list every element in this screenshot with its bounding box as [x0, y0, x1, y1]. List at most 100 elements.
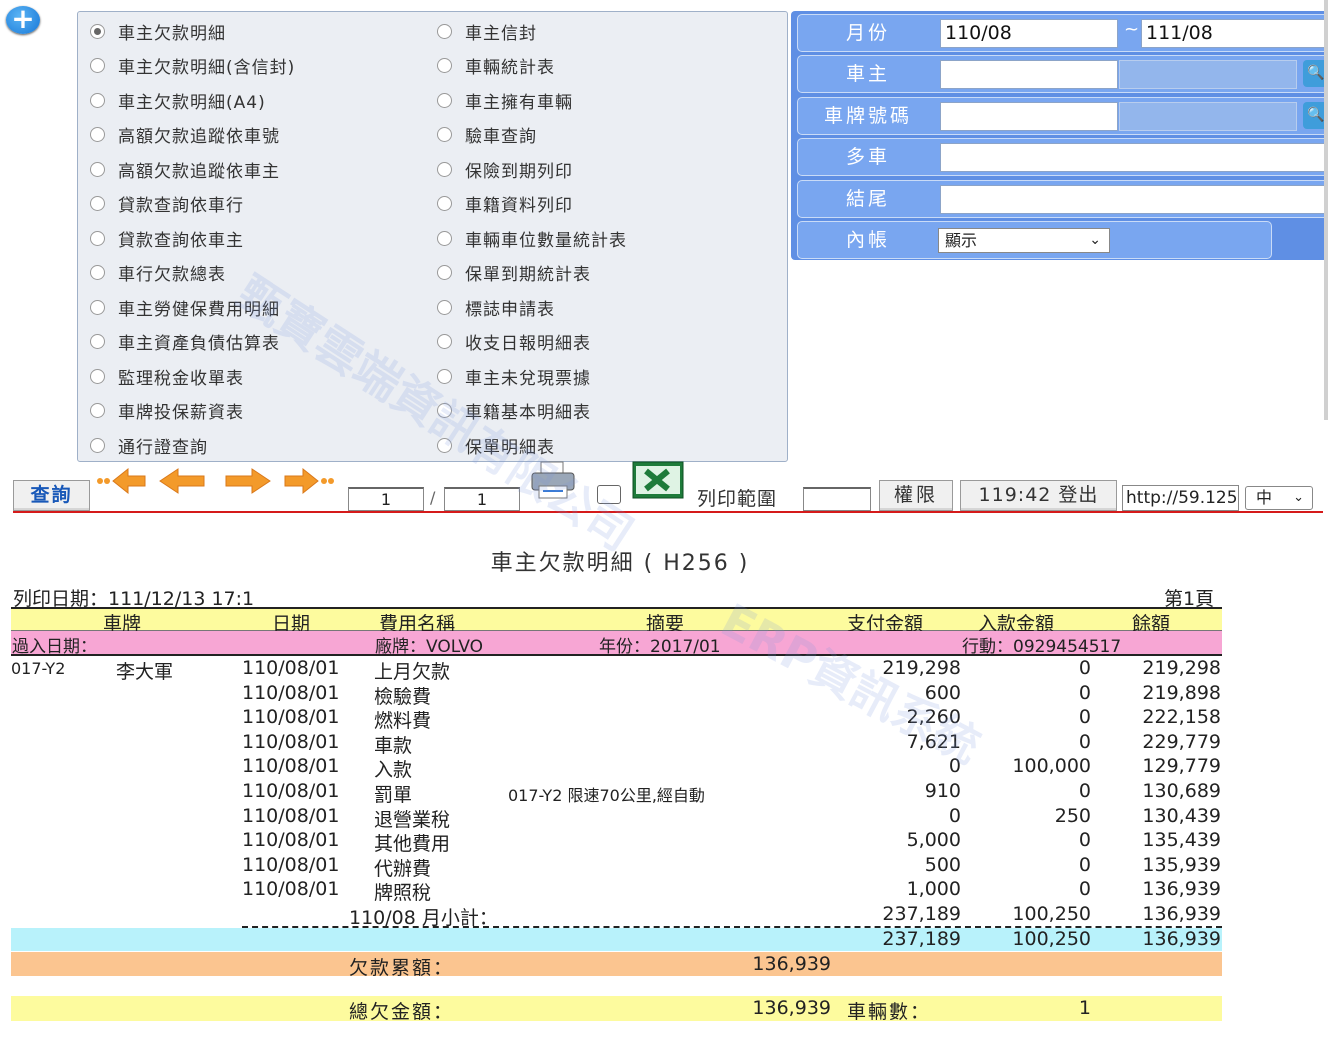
ending-input[interactable] — [940, 185, 1328, 214]
report-option[interactable]: 收支日報明細表 — [437, 327, 591, 357]
row-receipt: 0 — [1078, 681, 1091, 704]
current-page-input[interactable]: 1 — [348, 487, 424, 511]
row-date: 110/08/01 — [242, 706, 340, 729]
row-date: 110/08/01 — [242, 804, 340, 827]
report-option[interactable]: 車行欠款總表 — [90, 258, 226, 288]
report-option[interactable]: 高額欠款追蹤依車主 — [90, 154, 280, 184]
radio-button[interactable] — [90, 437, 105, 453]
grand-total-value: 136,939 — [752, 997, 831, 1019]
report-option[interactable]: 驗車查詢 — [437, 120, 537, 150]
report-option-label: 保單到期統計表 — [465, 265, 591, 285]
total-row: 237,189 100,250 136,939 — [11, 928, 1222, 951]
excel-export-icon[interactable] — [632, 461, 684, 499]
row-date: 110/08/01 — [242, 657, 340, 679]
row-payment: 5,000 — [906, 829, 961, 852]
radio-button[interactable] — [90, 23, 105, 39]
internal-account-select[interactable]: 顯示 ⌄ — [938, 228, 1110, 253]
print-range-input[interactable] — [803, 487, 871, 511]
report-option[interactable]: 車主信封 — [437, 16, 537, 46]
radio-button[interactable] — [437, 299, 452, 315]
radio-button[interactable] — [437, 161, 452, 177]
radio-button[interactable] — [90, 196, 105, 211]
radio-button[interactable] — [437, 368, 452, 384]
report-option-label: 車主擁有車輛 — [465, 92, 573, 113]
previous-page-icon[interactable] — [158, 466, 208, 496]
radio-button[interactable] — [437, 265, 452, 280]
row-balance: 129,779 — [1142, 755, 1221, 778]
report-option[interactable]: 貸款查詢依車行 — [90, 189, 244, 219]
row-balance: 219,898 — [1142, 681, 1221, 704]
first-page-icon[interactable] — [95, 466, 150, 496]
row-item: 罰單 — [374, 784, 413, 806]
print-checkbox[interactable] — [597, 485, 621, 504]
report-option[interactable]: 車牌投保薪資表 — [90, 396, 244, 426]
printer-icon[interactable] — [529, 460, 577, 500]
radio-button[interactable] — [90, 403, 105, 418]
radio-button[interactable] — [90, 368, 105, 384]
report-option[interactable]: 車主勞健保費用明細 — [90, 292, 280, 322]
owner-input[interactable] — [940, 60, 1118, 89]
vehicle-count-value: 1 — [1078, 997, 1091, 1019]
url-field[interactable]: http://59.125 — [1122, 485, 1239, 511]
add-icon[interactable]: + — [6, 5, 40, 34]
report-option[interactable]: 車輛統計表 — [437, 51, 555, 81]
report-option-label: 車輛車位數量統計表 — [465, 230, 627, 251]
report-option[interactable]: 車主欠款明細(A4) — [90, 85, 266, 115]
report-option[interactable]: 保單到期統計表 — [437, 258, 591, 288]
radio-button[interactable] — [90, 299, 105, 315]
owner-name-display — [1119, 60, 1297, 89]
radio-button[interactable] — [437, 230, 452, 246]
report-option[interactable]: 保險到期列印 — [437, 154, 573, 184]
radio-button[interactable] — [437, 127, 452, 142]
report-option[interactable]: 監理稅金收單表 — [90, 361, 244, 391]
report-option[interactable]: 標誌申請表 — [437, 292, 555, 322]
plate-input[interactable] — [940, 102, 1118, 131]
query-button[interactable]: 查詢 — [13, 480, 90, 511]
logout-button[interactable]: 119:42 登出 — [960, 480, 1117, 511]
report-option[interactable]: 車籍基本明細表 — [437, 396, 591, 426]
owner-mobile: 行動：0929454517 — [962, 637, 1122, 657]
accumulated-debt-row: 欠款累額： 136,939 — [11, 952, 1222, 979]
report-option[interactable]: 高額欠款追蹤依車號 — [90, 120, 280, 150]
row-item: 其他費用 — [374, 833, 451, 856]
row-item: 檢驗費 — [374, 685, 432, 708]
language-value: 中 — [1256, 488, 1273, 507]
radio-button[interactable] — [90, 161, 105, 177]
multi-vehicle-input[interactable] — [940, 143, 1328, 172]
radio-button[interactable] — [437, 23, 452, 39]
radio-button[interactable] — [90, 334, 105, 349]
radio-button[interactable] — [90, 127, 105, 142]
last-page-icon[interactable] — [281, 466, 336, 496]
radio-button[interactable] — [437, 403, 452, 418]
month-from-input[interactable]: 110/08 — [940, 19, 1118, 48]
radio-button[interactable] — [90, 230, 105, 246]
radio-button[interactable] — [437, 58, 452, 73]
report-option[interactable]: 保單明細表 — [437, 430, 555, 460]
report-option[interactable]: 車主欠款明細(含信封) — [90, 51, 295, 81]
next-page-icon[interactable] — [222, 466, 272, 496]
report-option[interactable]: 車主未兌現票據 — [437, 361, 591, 391]
month-label: 月份 — [845, 22, 890, 44]
report-option[interactable]: 車輛車位數量統計表 — [437, 223, 627, 253]
report-option[interactable]: 車主資產負債估算表 — [90, 327, 280, 357]
radio-button[interactable] — [437, 437, 452, 453]
radio-button[interactable] — [437, 334, 452, 349]
radio-button[interactable] — [90, 92, 105, 108]
report-option[interactable]: 車主擁有車輛 — [437, 85, 573, 115]
row-payment: 600 — [924, 681, 961, 704]
scrollbar[interactable] — [1324, 0, 1328, 420]
radio-button[interactable] — [437, 92, 452, 108]
report-option-label: 車籍基本明細表 — [465, 403, 591, 423]
radio-button[interactable] — [90, 58, 105, 73]
language-select[interactable]: 中 ⌄ — [1245, 486, 1313, 510]
report-option-label: 車主欠款明細(A4) — [118, 92, 266, 113]
row-receipt: 0 — [1078, 878, 1091, 901]
report-option[interactable]: 通行證查詢 — [90, 430, 208, 460]
report-option[interactable]: 車籍資料列印 — [437, 189, 573, 219]
report-option[interactable]: 貸款查詢依車主 — [90, 223, 244, 253]
permission-button[interactable]: 權限 — [879, 480, 953, 511]
radio-button[interactable] — [437, 196, 452, 211]
radio-button[interactable] — [90, 265, 105, 280]
report-option[interactable]: 車主欠款明細 — [90, 16, 226, 46]
month-to-input[interactable]: 111/08 — [1141, 19, 1326, 48]
